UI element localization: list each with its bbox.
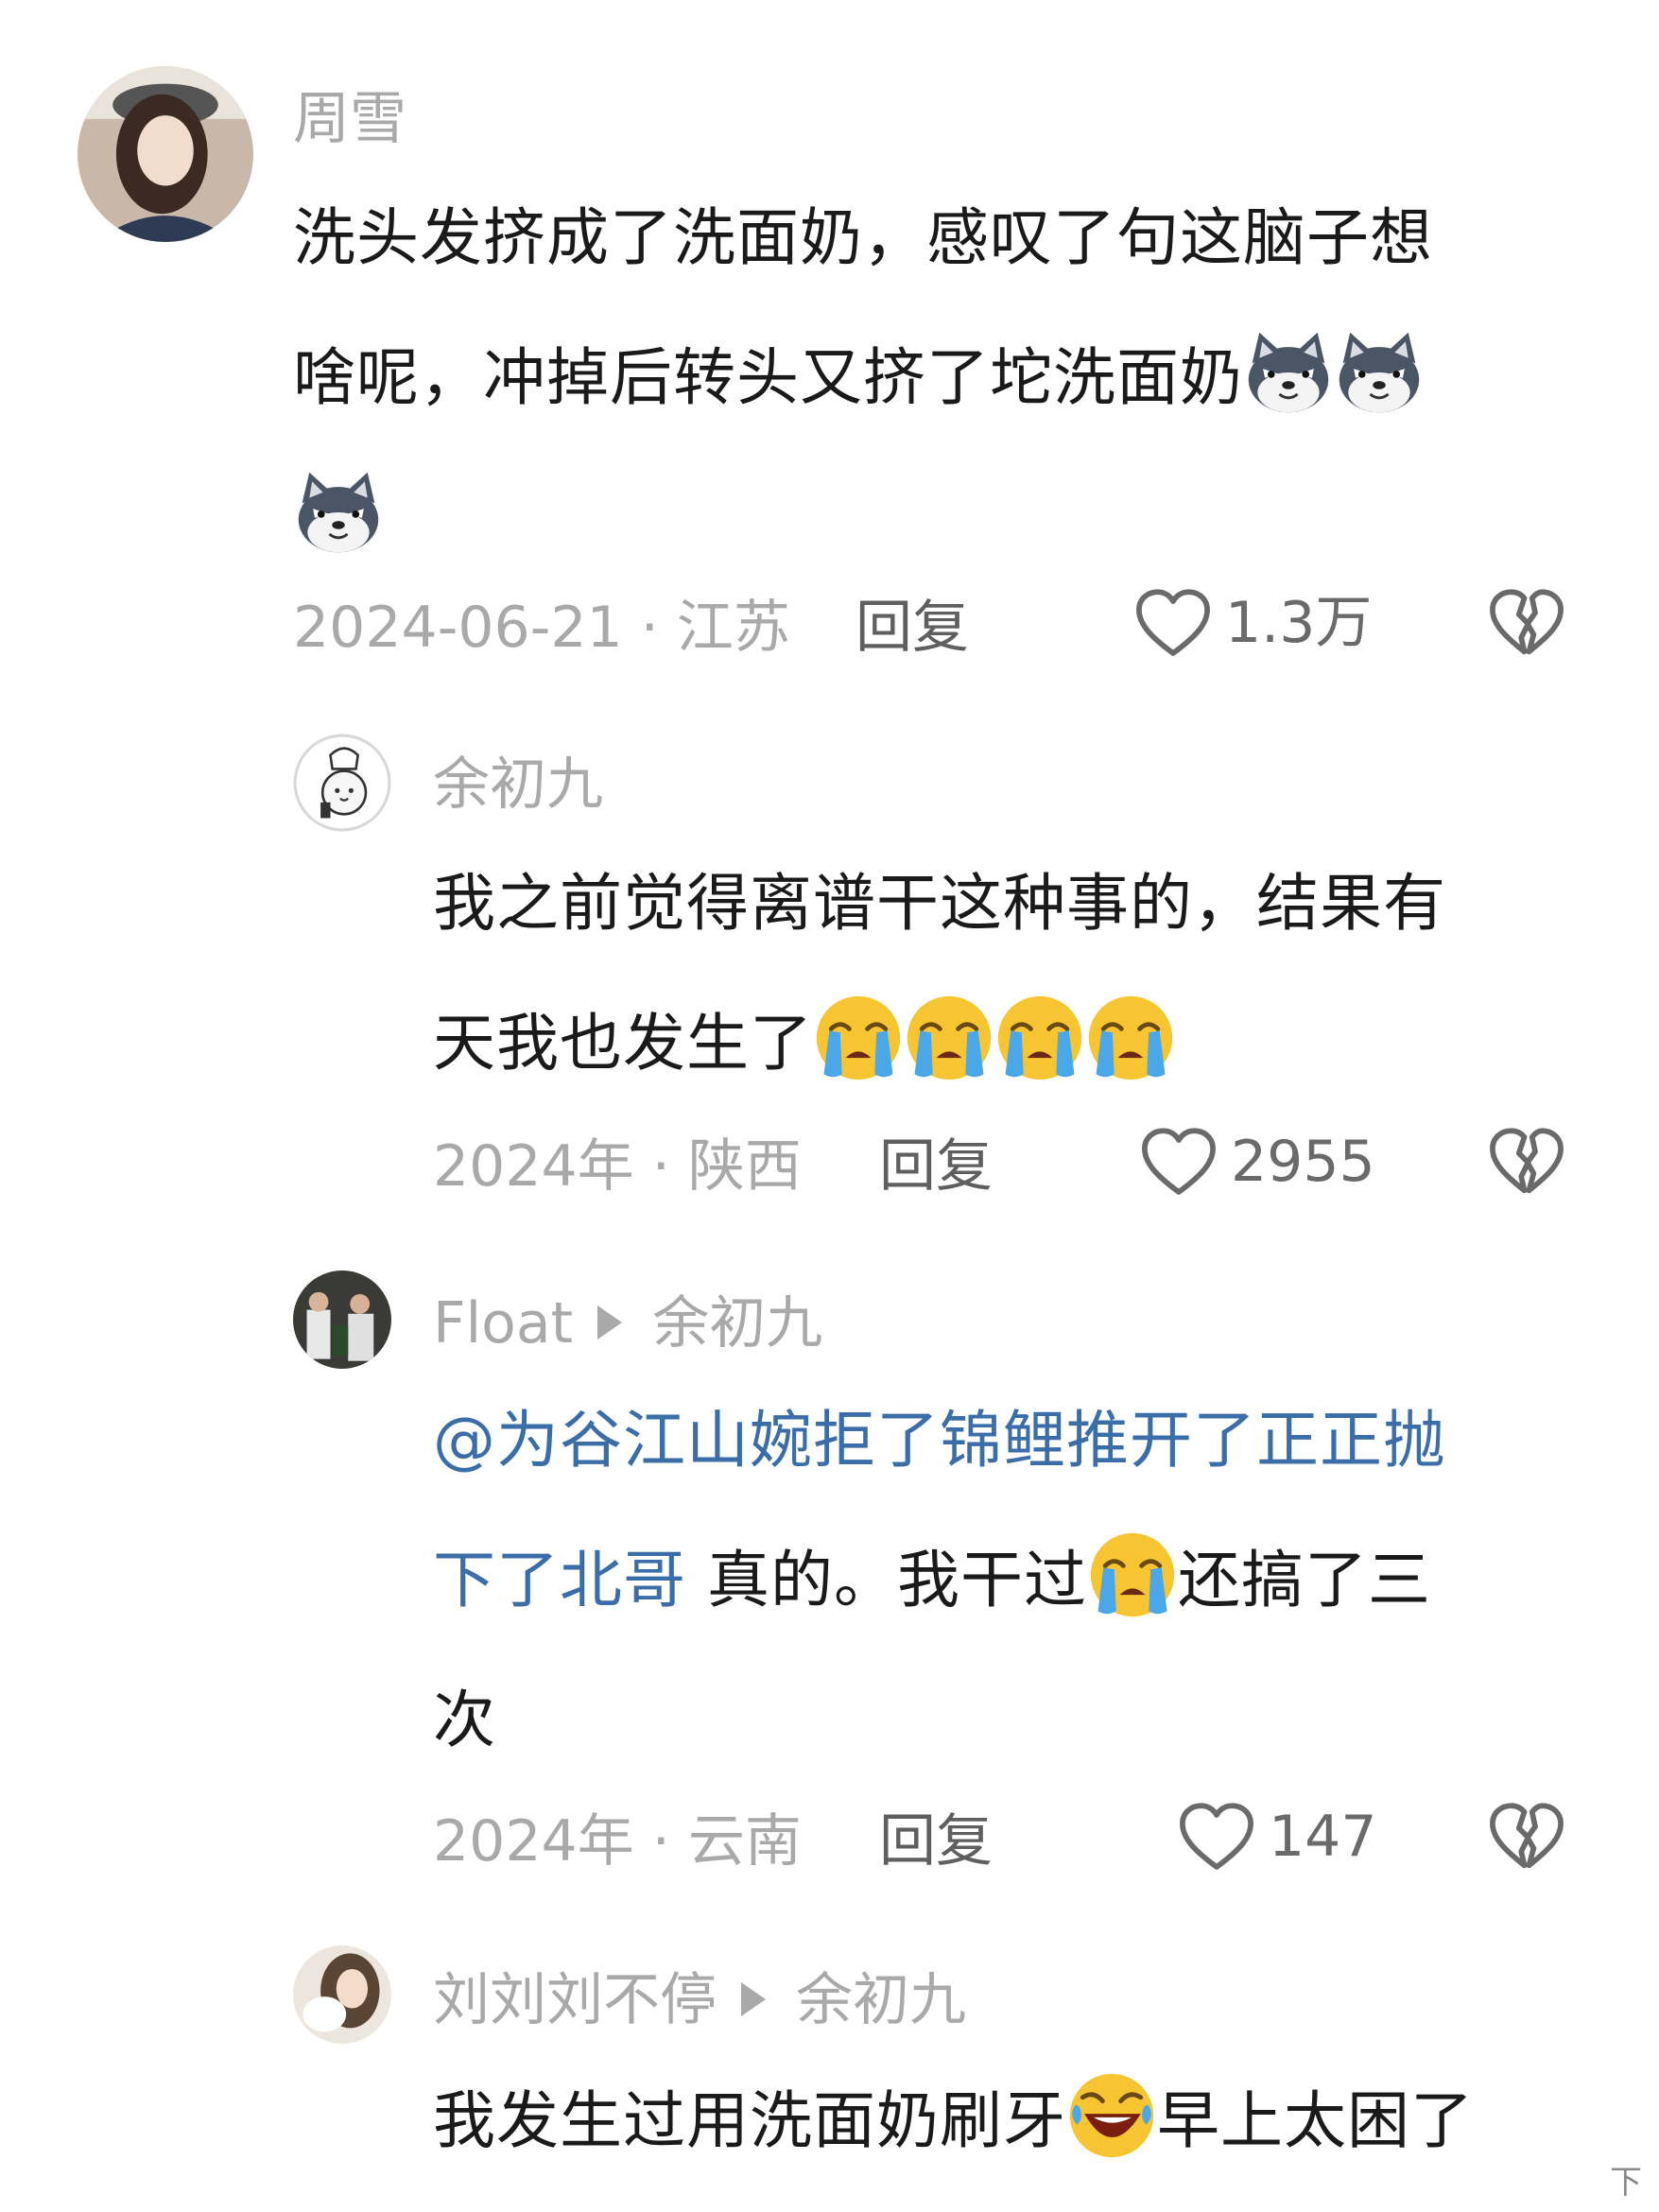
reply-to-username[interactable]: 余初九: [652, 1290, 822, 1357]
heart-icon: [1140, 1127, 1218, 1197]
comment-text: 我发生过用洗面奶刷牙 早上太困了: [433, 2051, 1643, 2191]
comment-meta: 2024年 · 云南: [433, 1808, 802, 1875]
like-count: 1.3万: [1225, 590, 1373, 656]
crying-face-emoji: [904, 993, 994, 1083]
crying-face-emoji: [813, 993, 904, 1083]
reply-button[interactable]: 回复: [855, 599, 969, 656]
reply-button[interactable]: 回复: [879, 1813, 993, 1870]
comment-text: 我之前觉得离谱干这种事的，结果有 天我也发生了: [433, 834, 1643, 1114]
comment-text-line: 天我也发生了: [433, 1007, 813, 1080]
mention-link[interactable]: 下了北哥: [433, 1544, 686, 1616]
crying-face-emoji: [994, 993, 1085, 1083]
comment-text-line: 早上太困了: [1157, 2084, 1474, 2157]
laughing-crying-emoji: [1066, 2070, 1157, 2161]
broken-heart-icon[interactable]: [1488, 1802, 1565, 1872]
comment-text-line: 我之前觉得离谱干这种事的，结果有: [433, 867, 1446, 940]
avatar[interactable]: [78, 66, 253, 242]
reply-to-username[interactable]: 余初九: [796, 1967, 966, 2033]
heart-icon: [1178, 1802, 1255, 1872]
comment-text-line: 我发生过用洗面奶刷牙: [433, 2084, 1066, 2157]
comment-text: 洗头发挤成了洗面奶，感叹了句这脑子想 啥呢，冲掉后转头又挤了坨洗面奶: [293, 168, 1635, 588]
comment-text-line: 啥呢，冲掉后转头又挤了坨洗面奶: [293, 341, 1243, 414]
broken-heart-icon[interactable]: [1488, 588, 1565, 658]
reply-button[interactable]: 回复: [879, 1138, 993, 1195]
corner-mark: 下: [1610, 2164, 1642, 2202]
avatar[interactable]: [293, 734, 391, 832]
comment-meta: 2024年 · 陕西: [433, 1133, 802, 1200]
avatar[interactable]: [293, 1270, 391, 1369]
comment-text-line: 真的。我干过: [686, 1544, 1087, 1616]
reply-arrow-icon: [597, 1305, 623, 1340]
username-text[interactable]: Float: [433, 1290, 573, 1357]
comment-text-line: 洗头发挤成了洗面奶，感叹了句这脑子想: [293, 201, 1433, 274]
wolf-emoji: [1243, 327, 1334, 418]
broken-heart-icon[interactable]: [1488, 1127, 1565, 1197]
comment-text-line: 次: [433, 1684, 496, 1756]
username-text[interactable]: 刘刘刘不停: [433, 1967, 717, 2033]
heart-icon: [1134, 588, 1212, 658]
wolf-emoji: [293, 467, 384, 558]
like-button[interactable]: 2955: [1140, 1127, 1375, 1197]
username[interactable]: 周雪: [293, 91, 406, 147]
like-button[interactable]: 147: [1178, 1802, 1377, 1872]
username[interactable]: 刘刘刘不停 余初九: [433, 1972, 966, 2029]
like-button[interactable]: 1.3万: [1134, 588, 1372, 658]
like-count: 147: [1269, 1804, 1377, 1870]
crying-face-emoji: [1085, 993, 1176, 1083]
wolf-emoji: [1334, 327, 1425, 418]
mention-link[interactable]: @为谷江山婉拒了锦鲤推开了正正抛: [433, 1404, 1446, 1477]
reply-arrow-icon: [741, 1982, 766, 2017]
username[interactable]: Float 余初九: [433, 1295, 822, 1352]
comment-meta: 2024-06-21 · 江苏: [293, 595, 790, 661]
comment-text: @为谷江山婉拒了锦鲤推开了正正抛 下了北哥 真的。我干过 还搞了三 次: [433, 1371, 1643, 1790]
comment-text-line: 还搞了三: [1177, 1544, 1431, 1616]
username[interactable]: 余初九: [433, 756, 603, 813]
crying-face-emoji: [1087, 1529, 1178, 1620]
bottom-fade: [0, 2174, 1659, 2212]
avatar[interactable]: [293, 1945, 391, 2044]
like-count: 2955: [1231, 1129, 1375, 1195]
